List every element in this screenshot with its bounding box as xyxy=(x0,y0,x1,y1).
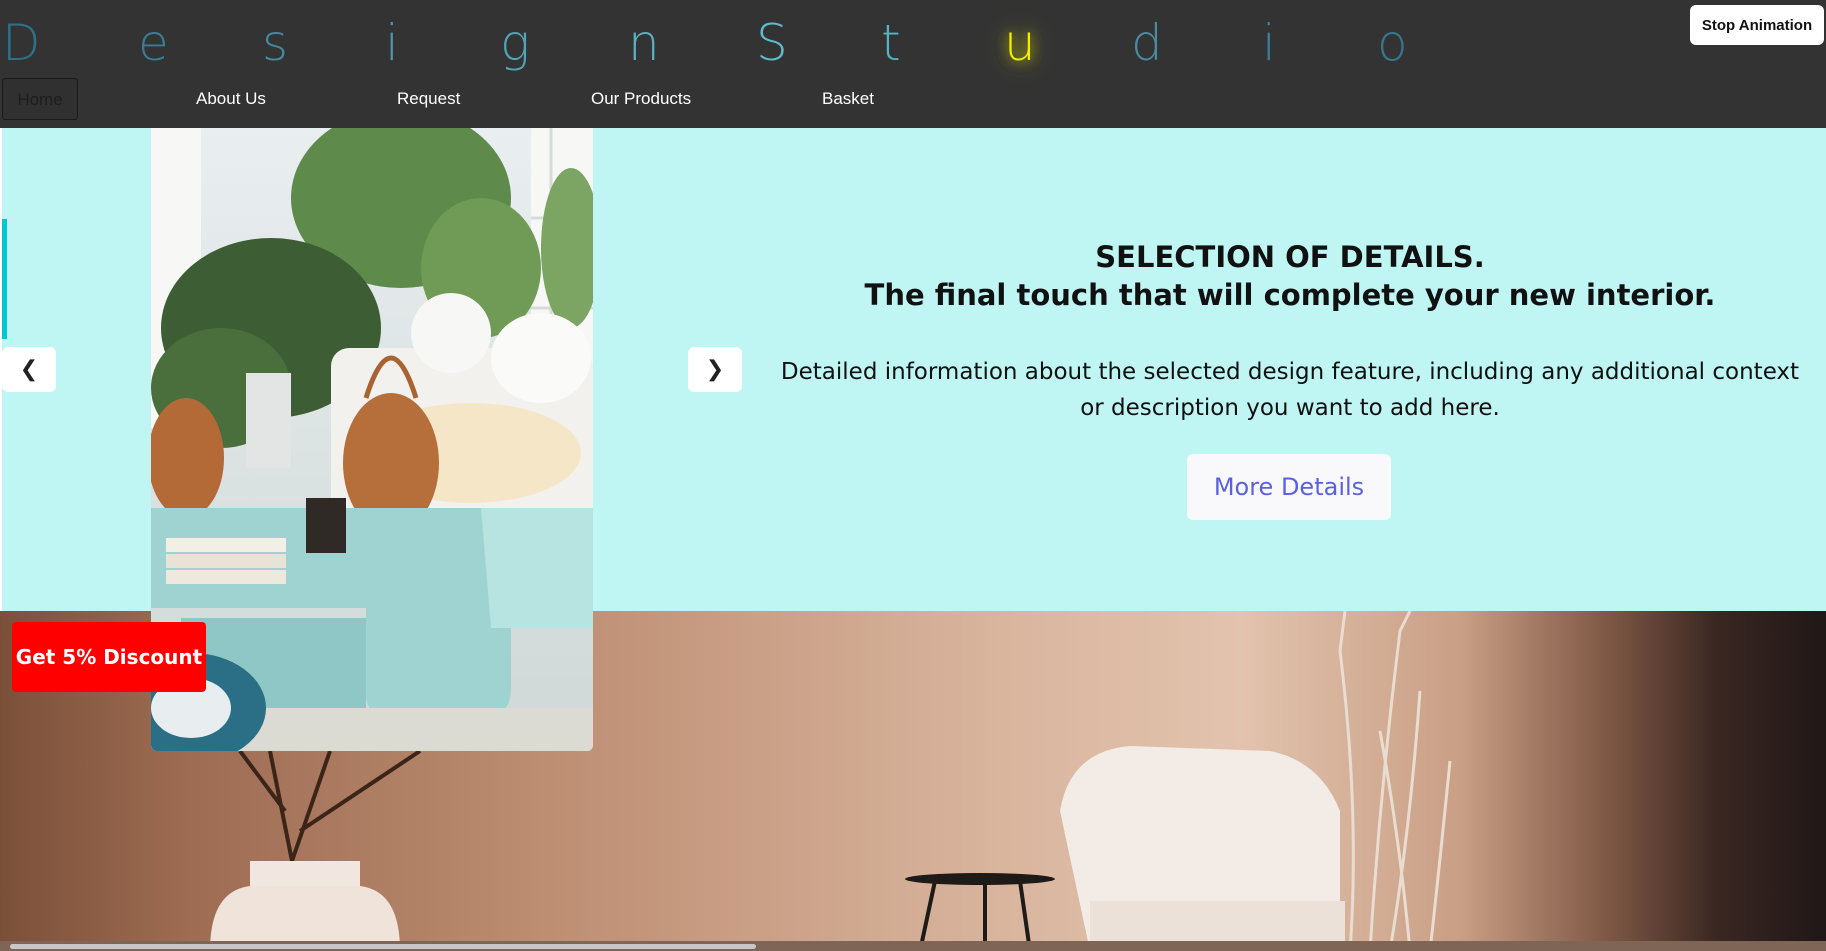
logo-letter: o xyxy=(1377,14,1408,72)
site-header: D e s i g n S t u d i o Stop Animation H… xyxy=(0,0,1826,128)
logo-letter: D xyxy=(2,14,41,72)
logo-letter: s xyxy=(262,14,289,72)
accent-bar xyxy=(2,219,7,339)
logo-letter: d xyxy=(1131,14,1163,72)
site-logo[interactable]: D e s i g n S t u d i o xyxy=(0,6,1418,80)
logo-letter: n xyxy=(628,14,660,72)
slide-description: Detailed information about the selected … xyxy=(780,359,1800,421)
stop-animation-button[interactable]: Stop Animation xyxy=(1690,5,1824,45)
nav-item-our-products[interactable]: Our Products xyxy=(591,78,691,120)
logo-letter: i xyxy=(1262,14,1276,72)
chevron-right-icon: ❯ xyxy=(705,357,725,382)
get-discount-button[interactable]: Get 5% Discount xyxy=(12,622,206,692)
carousel-prev-button[interactable]: ❮ xyxy=(2,347,56,392)
logo-letter: S xyxy=(756,14,788,72)
logo-letter: e xyxy=(138,14,169,72)
hero-section: ❮ ❯ SELECTION OF DETAILS. The final touc… xyxy=(0,128,1826,951)
nav-item-basket[interactable]: Basket xyxy=(822,78,874,120)
nav-item-home[interactable]: Home xyxy=(2,78,78,120)
logo-letter-highlighted: u xyxy=(1004,14,1036,72)
carousel-next-button[interactable]: ❯ xyxy=(688,347,742,392)
slide-title-line-1: SELECTION OF DETAILS. xyxy=(1095,240,1485,274)
logo-letter: g xyxy=(500,14,531,72)
slide-image xyxy=(151,128,593,751)
more-details-button[interactable]: More Details xyxy=(1187,454,1391,520)
slide-title-line-2: The final touch that will complete your … xyxy=(864,278,1716,312)
nav-item-about-us[interactable]: About Us xyxy=(196,78,266,120)
horizontal-scrollbar[interactable] xyxy=(10,944,756,949)
main-nav: Home About Us Request Our Products Baske… xyxy=(0,78,1000,120)
logo-letter: i xyxy=(385,14,399,72)
logo-letter: t xyxy=(881,14,901,72)
chevron-left-icon: ❮ xyxy=(19,357,39,382)
slide-caption: SELECTION OF DETAILS. The final touch th… xyxy=(770,238,1810,426)
nav-item-request[interactable]: Request xyxy=(397,78,460,120)
living-room-photo-illustration xyxy=(151,128,593,751)
